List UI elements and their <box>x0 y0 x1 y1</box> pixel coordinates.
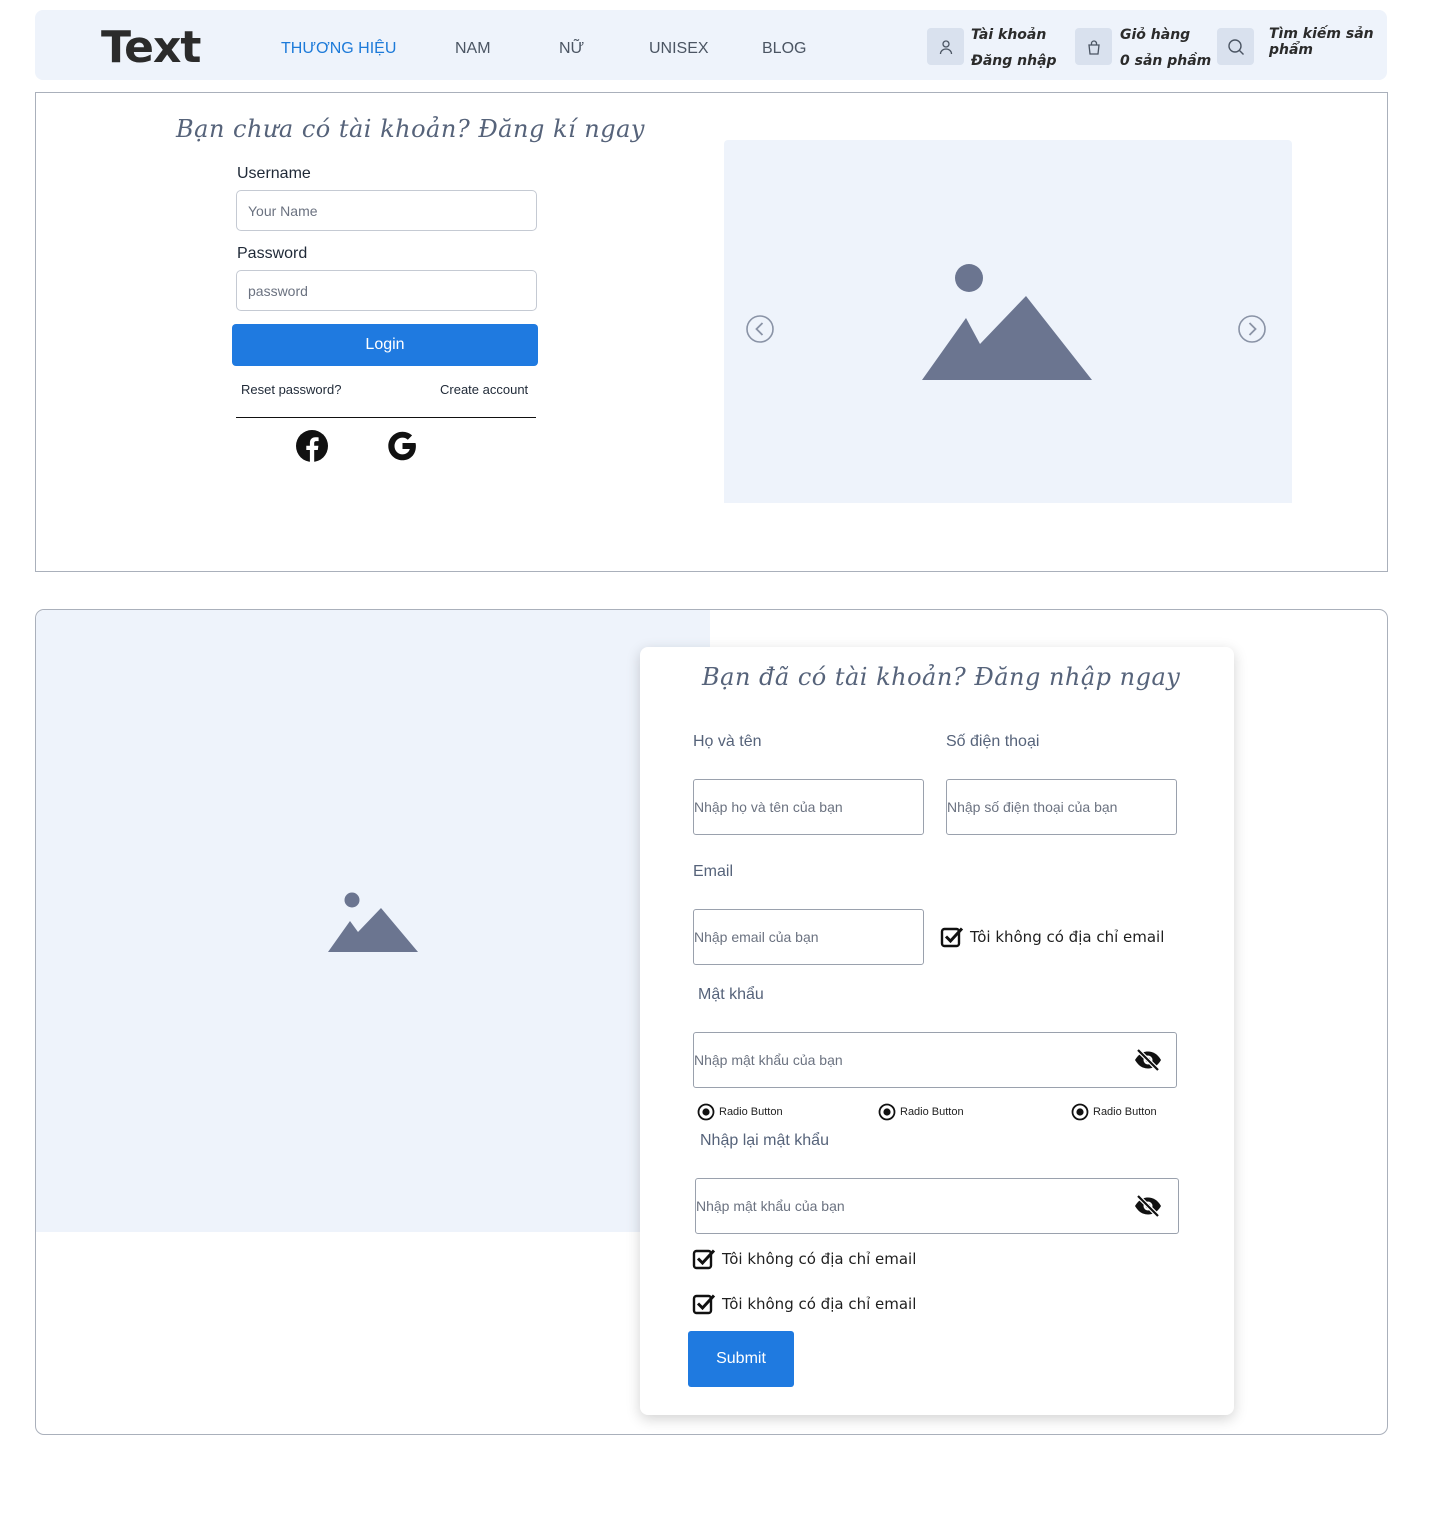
image-placeholder <box>36 610 710 1232</box>
password-label: Mật khẩu <box>698 986 764 1003</box>
divider <box>236 417 536 418</box>
fullname-input[interactable] <box>693 779 924 835</box>
account-button[interactable] <box>927 28 964 65</box>
radio-button-2[interactable]: Radio Button <box>878 1103 964 1121</box>
site-header: Text THƯƠNG HIỆU NAM NỮ UNISEX BLOG Tài … <box>35 10 1387 80</box>
password-label: Password <box>237 245 308 262</box>
radio-button-3[interactable]: Radio Button <box>1071 1103 1157 1121</box>
eye-off-icon[interactable] <box>1133 1048 1163 1072</box>
checkbox-1[interactable]: Tôi không có địa chỉ email <box>692 1247 916 1271</box>
account-line1: Tài khoản <box>971 27 1047 43</box>
fullname-label: Họ và tên <box>693 733 762 750</box>
radio-label: Radio Button <box>719 1106 783 1118</box>
phone-label: Số điện thoại <box>946 733 1040 750</box>
password-input[interactable] <box>693 1032 1177 1088</box>
facebook-icon[interactable] <box>295 429 329 463</box>
checkbox-1-label: Tôi không có địa chỉ email <box>722 1250 917 1268</box>
chevron-left-icon[interactable] <box>745 314 775 344</box>
checkbox-2-label: Tôi không có địa chỉ email <box>722 1295 917 1313</box>
radio-button-1[interactable]: Radio Button <box>697 1103 783 1121</box>
login-button[interactable]: Login <box>232 324 538 366</box>
account-label[interactable]: Tài khoản Đăng nhập <box>971 22 1057 74</box>
username-label: Username <box>237 165 311 182</box>
radio-label: Radio Button <box>900 1106 964 1118</box>
cart-line2: 0 sản phầm <box>1120 53 1212 69</box>
search-line1: Tìm kiếm sản <box>1269 26 1374 42</box>
eye-off-icon[interactable] <box>1133 1194 1163 1218</box>
nav-nu[interactable]: NỮ <box>559 40 584 58</box>
search-label[interactable]: Tìm kiếm sản phẩm <box>1269 26 1374 58</box>
reset-password-link[interactable]: Reset password? <box>241 382 341 397</box>
radio-selected-icon <box>697 1103 715 1121</box>
image-placeholder-icon <box>328 892 418 952</box>
logo[interactable]: Text <box>101 22 201 73</box>
nav-blog[interactable]: BLOG <box>762 40 806 58</box>
radio-selected-icon <box>878 1103 896 1121</box>
no-email-checkbox[interactable]: Tôi không có địa chỉ email <box>940 925 1164 949</box>
checkbox-checked-icon <box>692 1249 716 1270</box>
cart-line1: Giỏ hàng <box>1120 27 1191 43</box>
nav-thuong-hieu[interactable]: THƯƠNG HIỆU <box>281 40 396 58</box>
cart-label[interactable]: Giỏ hàng 0 sản phầm <box>1120 22 1211 74</box>
confirm-password-input[interactable] <box>695 1178 1179 1234</box>
user-icon <box>939 39 952 54</box>
search-line2: phẩm <box>1269 42 1314 58</box>
login-title: Bạn chưa có tài khoản? Đăng kí ngay <box>176 115 645 143</box>
chevron-right-icon[interactable] <box>1237 314 1267 344</box>
confirm-password-label: Nhập lại mật khẩu <box>700 1132 829 1149</box>
register-title: Bạn đã có tài khoản? Đăng nhập ngay <box>702 663 1181 691</box>
nav-nam[interactable]: NAM <box>455 40 491 58</box>
password-input[interactable] <box>236 270 537 311</box>
shopping-bag-icon <box>1087 39 1100 55</box>
username-input[interactable] <box>236 190 537 231</box>
checkbox-checked-icon <box>692 1294 716 1315</box>
search-button[interactable] <box>1217 28 1254 65</box>
submit-button[interactable]: Submit <box>688 1331 794 1387</box>
image-carousel <box>724 140 1292 503</box>
email-input[interactable] <box>693 909 924 965</box>
no-email-label: Tôi không có địa chỉ email <box>970 928 1165 946</box>
account-line2: Đăng nhập <box>971 53 1057 69</box>
email-label: Email <box>693 863 734 880</box>
checkbox-checked-icon <box>940 927 964 948</box>
login-section: Bạn chưa có tài khoản? Đăng kí ngay User… <box>35 92 1388 572</box>
image-placeholder-icon <box>922 264 1092 380</box>
nav-unisex[interactable]: UNISEX <box>649 40 709 58</box>
radio-label: Radio Button <box>1093 1106 1157 1118</box>
search-icon <box>1227 38 1244 55</box>
checkbox-2[interactable]: Tôi không có địa chỉ email <box>692 1292 916 1316</box>
cart-button[interactable] <box>1075 28 1112 65</box>
google-icon[interactable] <box>385 429 419 463</box>
create-account-link[interactable]: Create account <box>440 382 528 397</box>
register-card: Bạn đã có tài khoản? Đăng nhập ngay Họ v… <box>640 647 1234 1415</box>
phone-input[interactable] <box>946 779 1177 835</box>
radio-selected-icon <box>1071 1103 1089 1121</box>
register-section: Bạn đã có tài khoản? Đăng nhập ngay Họ v… <box>35 609 1388 1435</box>
